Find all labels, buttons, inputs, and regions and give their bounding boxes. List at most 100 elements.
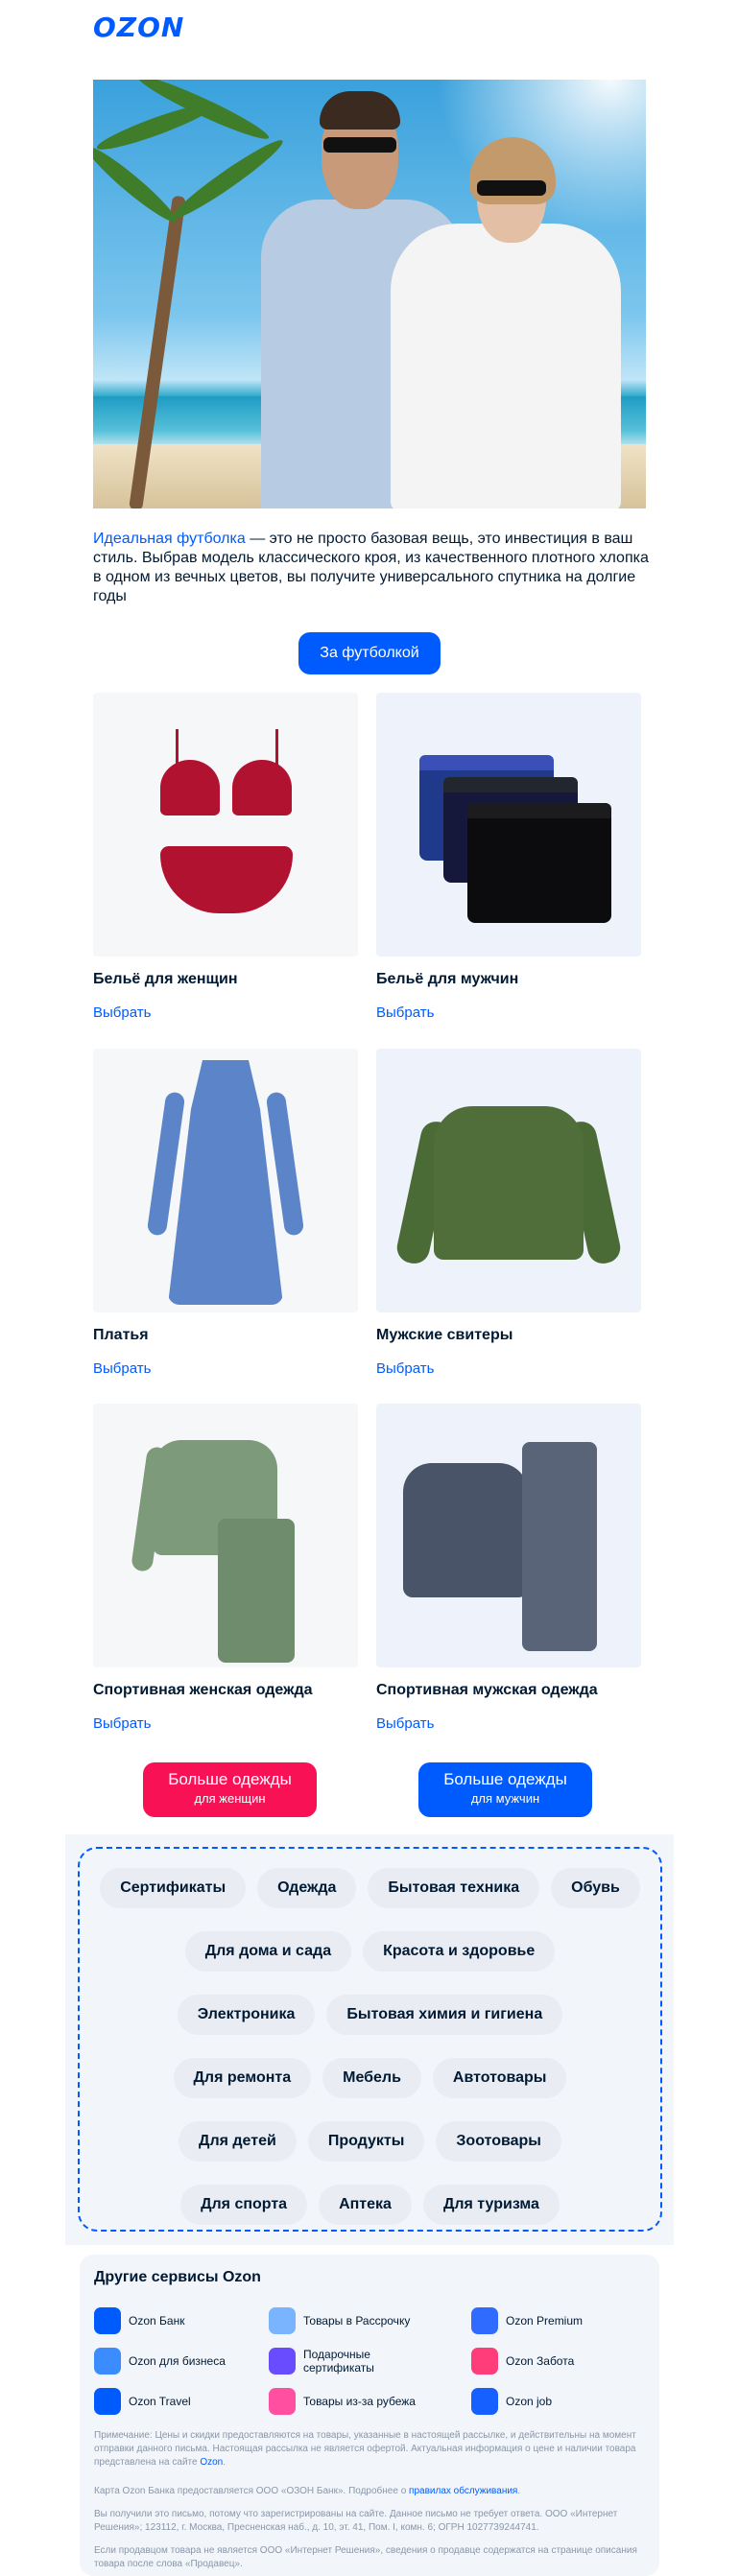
category-pill[interactable]: Зоотовары bbox=[436, 2121, 561, 2162]
palm-leaf bbox=[167, 133, 288, 225]
product-card[interactable]: Бельё для мужчин Выбрать bbox=[376, 693, 641, 1021]
seller-note: Если продавцом товара не является ООО «И… bbox=[94, 2545, 637, 2569]
woman-tshirt bbox=[391, 224, 621, 508]
sweatshirt bbox=[403, 1463, 528, 1597]
other-services-section: Другие сервисы Ozon Ozon Банк Товары в Р… bbox=[80, 2255, 659, 2576]
men-sportswear-image[interactable] bbox=[376, 1404, 641, 1667]
category-pill[interactable]: Аптека bbox=[319, 2185, 412, 2225]
service-label: Ozon Premium bbox=[506, 2314, 584, 2328]
category-row: Сертификаты Одежда Бытовая техника Обувь bbox=[80, 1868, 660, 1908]
tshirt-link[interactable]: Идеальная футболка bbox=[93, 531, 246, 547]
categories-section: Сертификаты Одежда Бытовая техника Обувь… bbox=[65, 1834, 674, 2245]
premium-icon bbox=[471, 2307, 498, 2334]
dress bbox=[168, 1060, 283, 1305]
category-pill[interactable]: Продукты bbox=[307, 2121, 425, 2162]
care-icon bbox=[471, 2348, 498, 2375]
category-pill[interactable]: Одежда bbox=[257, 1868, 357, 1908]
category-pill[interactable]: Для ремонта bbox=[173, 2058, 312, 2098]
note-text: Карта Ozon Банка предоставляется ООО «ОЗ… bbox=[94, 2486, 410, 2496]
sweater-image[interactable] bbox=[376, 1049, 641, 1312]
category-pill[interactable]: Электроника bbox=[177, 1995, 316, 2035]
category-pill[interactable]: Красота и здоровье bbox=[363, 1931, 556, 1972]
service-rules-link[interactable]: правилах обслуживания bbox=[409, 2486, 517, 2496]
button-line2: для женщин bbox=[194, 1791, 266, 1806]
man-hair bbox=[320, 91, 400, 130]
select-link[interactable]: Выбрать bbox=[93, 1715, 151, 1732]
registration-note: Вы получили это письмо, потому что зарег… bbox=[94, 2509, 618, 2533]
product-title[interactable]: Платья bbox=[93, 1327, 149, 1344]
services-title: Другие сервисы Ozon bbox=[94, 2269, 261, 2285]
product-title[interactable]: Бельё для женщин bbox=[93, 971, 238, 988]
panty bbox=[160, 846, 293, 913]
service-label: Ozon для бизнеса bbox=[129, 2354, 226, 2368]
men-underwear-image[interactable] bbox=[376, 693, 641, 957]
category-pill[interactable]: Бытовая химия и гигиена bbox=[326, 1995, 563, 2035]
service-ozon-bank[interactable]: Ozon Банк bbox=[94, 2307, 184, 2334]
button-line1: Больше одежды bbox=[443, 1770, 567, 1788]
category-pill[interactable]: Для туризма bbox=[422, 2185, 560, 2225]
category-row: Для спорта Аптека Для туризма bbox=[80, 2185, 660, 2225]
category-pill[interactable]: Для дома и сада bbox=[184, 1931, 352, 1972]
installment-icon bbox=[269, 2307, 296, 2334]
service-premium[interactable]: Ozon Premium bbox=[471, 2307, 583, 2334]
more-women-clothes-button[interactable]: Больше одежды для женщин bbox=[143, 1762, 317, 1817]
bra-cup bbox=[160, 760, 220, 815]
product-card[interactable]: Спортивная женская одежда Выбрать bbox=[93, 1404, 358, 1732]
service-label: Ozon Travel bbox=[129, 2395, 191, 2408]
dress-image[interactable] bbox=[93, 1049, 358, 1312]
category-pill[interactable]: Сертификаты bbox=[100, 1868, 247, 1908]
hero-banner-image[interactable] bbox=[93, 80, 646, 508]
category-pill[interactable]: Мебель bbox=[322, 2058, 421, 2098]
strap bbox=[176, 729, 179, 768]
button-line2: для мужчин bbox=[470, 1791, 540, 1806]
category-pill[interactable]: Бытовая техника bbox=[368, 1868, 540, 1908]
note-text: Примечание: Цены и скидки предоставляютс… bbox=[94, 2430, 636, 2468]
service-abroad[interactable]: Товары из-за рубежа bbox=[269, 2388, 416, 2415]
select-link[interactable]: Выбрать bbox=[93, 1004, 151, 1021]
select-link[interactable]: Выбрать bbox=[93, 1360, 151, 1377]
gift-icon bbox=[269, 2348, 296, 2375]
product-title[interactable]: Спортивная женская одежда bbox=[93, 1682, 313, 1699]
intro-paragraph: Идеальная футболка — это не просто базов… bbox=[93, 530, 650, 606]
service-installment[interactable]: Товары в Рассрочку bbox=[269, 2307, 410, 2334]
ozon-logo[interactable]: OZON bbox=[93, 12, 184, 43]
business-icon bbox=[94, 2348, 121, 2375]
categories-box: Сертификаты Одежда Бытовая техника Обувь… bbox=[78, 1847, 662, 2232]
service-care[interactable]: Ozon Забота bbox=[471, 2348, 574, 2375]
product-title[interactable]: Бельё для мужчин bbox=[376, 971, 518, 988]
product-title[interactable]: Мужские свитеры bbox=[376, 1327, 513, 1344]
select-link[interactable]: Выбрать bbox=[376, 1004, 434, 1021]
product-title[interactable]: Спортивная мужская одежда bbox=[376, 1682, 598, 1699]
service-label: Ozon job bbox=[506, 2395, 553, 2408]
service-business[interactable]: Ozon для бизнеса bbox=[94, 2348, 226, 2375]
product-card[interactable]: Платья Выбрать bbox=[93, 1049, 358, 1377]
tshirt-cta-button[interactable]: За футболкой bbox=[298, 632, 441, 674]
product-card[interactable]: Мужские свитеры Выбрать bbox=[376, 1049, 641, 1377]
job-icon bbox=[471, 2388, 498, 2415]
women-lingerie-image[interactable] bbox=[93, 693, 358, 957]
service-travel[interactable]: Ozon Travel bbox=[94, 2388, 191, 2415]
service-label: Товары в Рассрочку bbox=[303, 2314, 411, 2328]
category-pill[interactable]: Для спорта bbox=[180, 2185, 308, 2225]
category-pill[interactable]: Автотовары bbox=[432, 2058, 567, 2098]
bank-note: Карта Ozon Банка предоставляется ООО «ОЗ… bbox=[94, 2486, 521, 2496]
sunglasses-icon bbox=[477, 180, 546, 196]
travel-icon bbox=[94, 2388, 121, 2415]
women-sportswear-image[interactable] bbox=[93, 1404, 358, 1667]
select-link[interactable]: Выбрать bbox=[376, 1715, 434, 1732]
service-label: Товары из-за рубежа bbox=[303, 2395, 416, 2408]
service-label: Ozon Забота bbox=[506, 2354, 575, 2368]
category-row: Для дома и сада Красота и здоровье bbox=[80, 1931, 660, 1972]
product-card[interactable]: Бельё для женщин Выбрать bbox=[93, 693, 358, 1021]
category-pill[interactable]: Обувь bbox=[551, 1868, 640, 1908]
service-gift-cards[interactable]: Подарочные сертификаты bbox=[269, 2348, 441, 2375]
ozon-site-link[interactable]: Ozon bbox=[200, 2457, 223, 2468]
category-row: Для детей Продукты Зоотовары bbox=[80, 2121, 660, 2162]
category-pill[interactable]: Для детей bbox=[179, 2121, 297, 2162]
product-card[interactable]: Спортивная мужская одежда Выбрать bbox=[376, 1404, 641, 1732]
more-men-clothes-button[interactable]: Больше одежды для мужчин bbox=[418, 1762, 592, 1817]
service-job[interactable]: Ozon job bbox=[471, 2388, 552, 2415]
category-row: Электроника Бытовая химия и гигиена bbox=[80, 1995, 660, 2035]
abroad-icon bbox=[269, 2388, 296, 2415]
select-link[interactable]: Выбрать bbox=[376, 1360, 434, 1377]
